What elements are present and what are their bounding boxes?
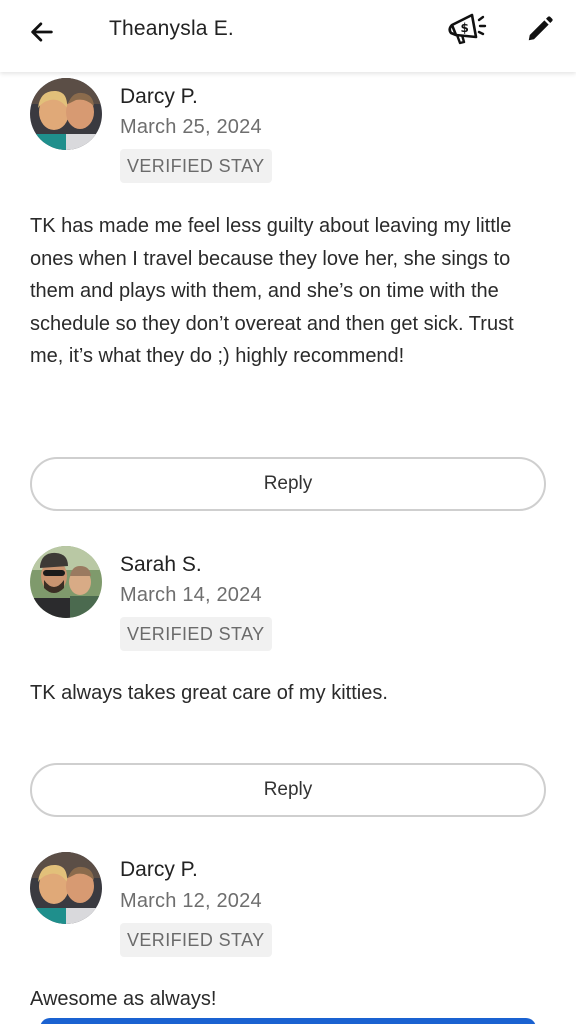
review-text: TK has made me feel less guilty about le… [30, 215, 514, 367]
pencil-icon [528, 16, 553, 41]
review-date: March 25, 2024 [120, 116, 262, 138]
promo-button[interactable]: $ [444, 8, 490, 50]
back-button[interactable] [24, 14, 60, 50]
reviewer-name: Darcy P. [120, 858, 198, 881]
reviewer-name: Darcy P. [120, 85, 198, 108]
review-date: March 12, 2024 [120, 890, 262, 912]
page-title: Theanysla E. [109, 17, 234, 40]
verified-stay-badge: VERIFIED STAY [120, 149, 272, 183]
arrow-left-icon [31, 22, 53, 42]
avatar [30, 852, 102, 924]
reviewer-name: Sarah S. [120, 553, 202, 576]
megaphone-dollar-icon: $ [448, 13, 487, 45]
edit-button[interactable] [521, 10, 559, 48]
reply-button[interactable]: Reply [30, 763, 546, 817]
primary-action-bar[interactable] [40, 1018, 536, 1024]
top-app-bar: Theanysla E. $ [0, 0, 576, 72]
svg-text:$: $ [461, 21, 469, 35]
avatar [30, 546, 102, 618]
reply-button[interactable]: Reply [30, 457, 546, 511]
review-date: March 14, 2024 [120, 584, 262, 606]
avatar [30, 78, 102, 150]
verified-stay-badge: VERIFIED STAY [120, 617, 272, 651]
review-text: Awesome as always! [30, 988, 217, 1010]
verified-stay-badge: VERIFIED STAY [120, 923, 272, 957]
review-text: TK always takes great care of my kitties… [30, 682, 388, 704]
